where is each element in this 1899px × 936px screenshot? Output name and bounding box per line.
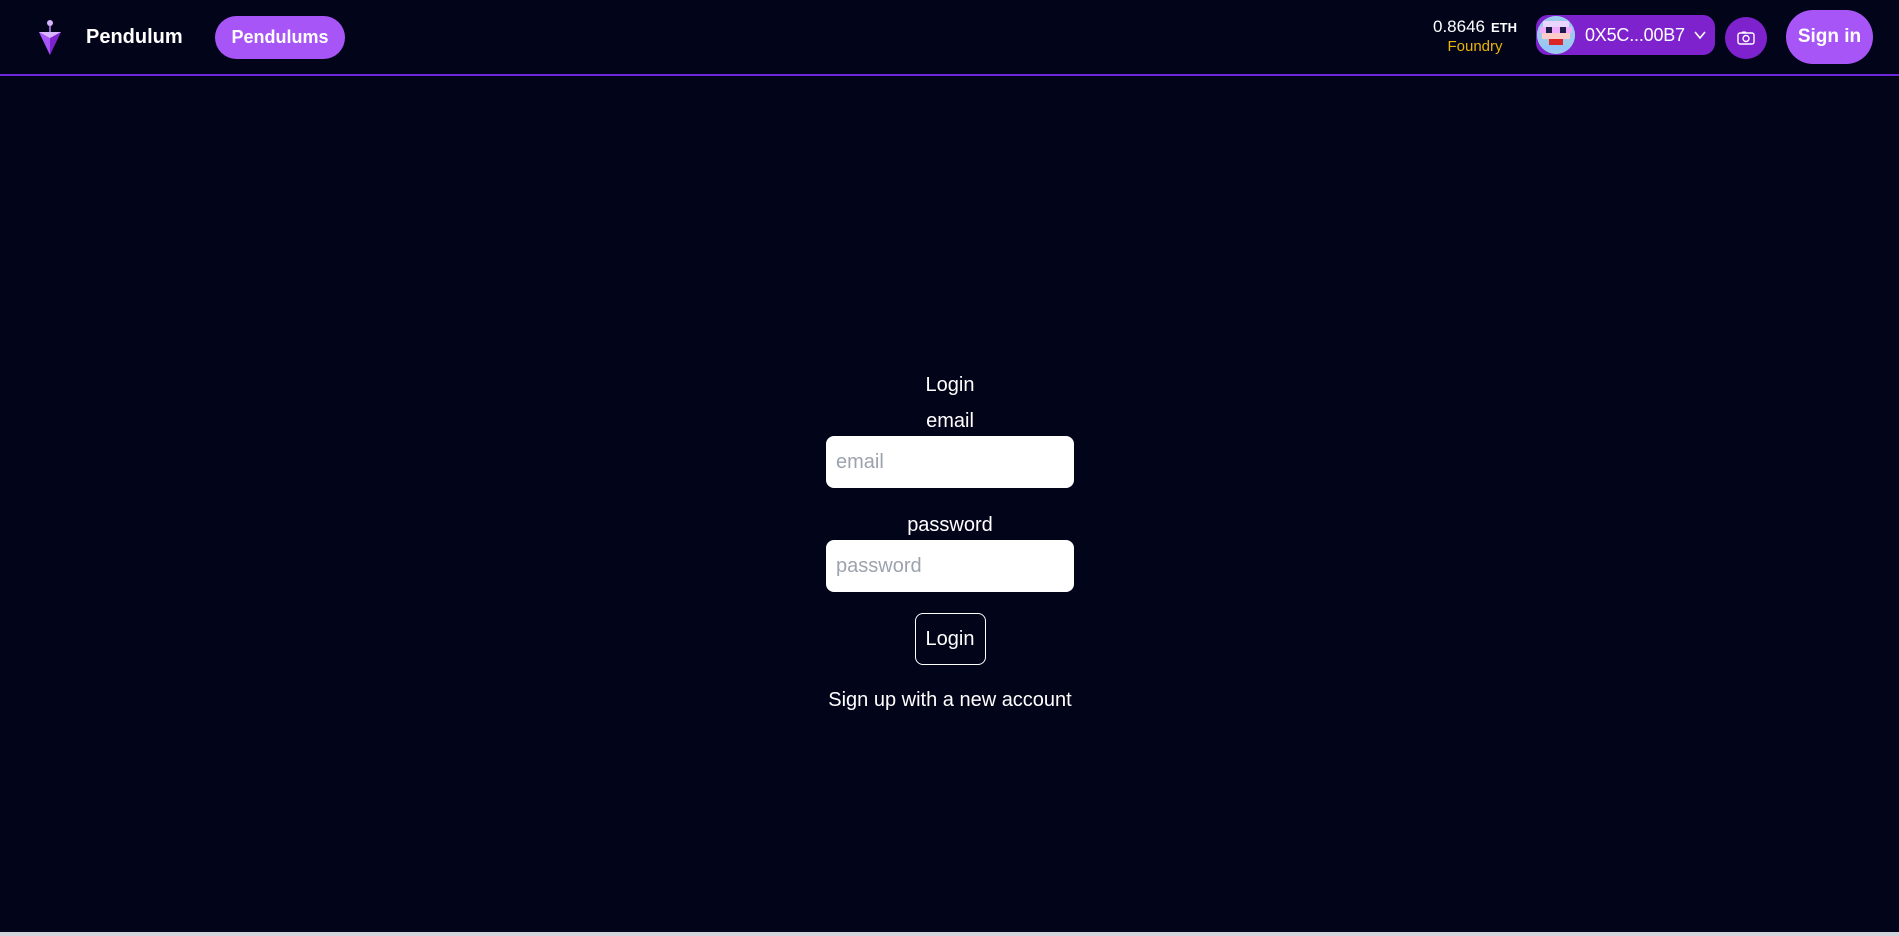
balance-unit: ETH <box>1491 20 1517 35</box>
camera-icon <box>1737 31 1755 45</box>
brand-name: Pendulum <box>86 25 183 48</box>
balance-amount: 0.8646 <box>1433 17 1485 36</box>
top-navbar: Pendulum Pendulums 0.8646 ETH Foundry 0X… <box>0 0 1899 76</box>
account-avatar <box>1537 16 1575 54</box>
account-address: 0X5C...00B7 <box>1585 24 1685 45</box>
wallet-balance: 0.8646 ETH Foundry <box>1420 17 1530 55</box>
login-button[interactable]: Login <box>914 613 986 665</box>
bottom-divider <box>0 932 1899 936</box>
pendulum-logo-icon <box>39 20 61 55</box>
email-input[interactable] <box>826 436 1074 488</box>
login-title: Login <box>925 374 975 396</box>
network-name: Foundry <box>1447 38 1503 55</box>
login-form: Login email password Login Sign up with … <box>826 372 1074 712</box>
camera-button[interactable] <box>1725 17 1767 59</box>
chevron-down-icon <box>1694 31 1706 40</box>
brand[interactable]: Pendulum <box>36 18 183 56</box>
password-label: password <box>907 514 993 536</box>
signup-link[interactable]: Sign up with a new account <box>828 689 1072 712</box>
password-input[interactable] <box>826 540 1074 592</box>
email-label: email <box>926 410 974 432</box>
pendulums-nav-button[interactable]: Pendulums <box>215 16 345 59</box>
account-dropdown-button[interactable]: 0X5C...00B7 <box>1536 15 1715 55</box>
sign-in-button[interactable]: Sign in <box>1786 10 1873 64</box>
